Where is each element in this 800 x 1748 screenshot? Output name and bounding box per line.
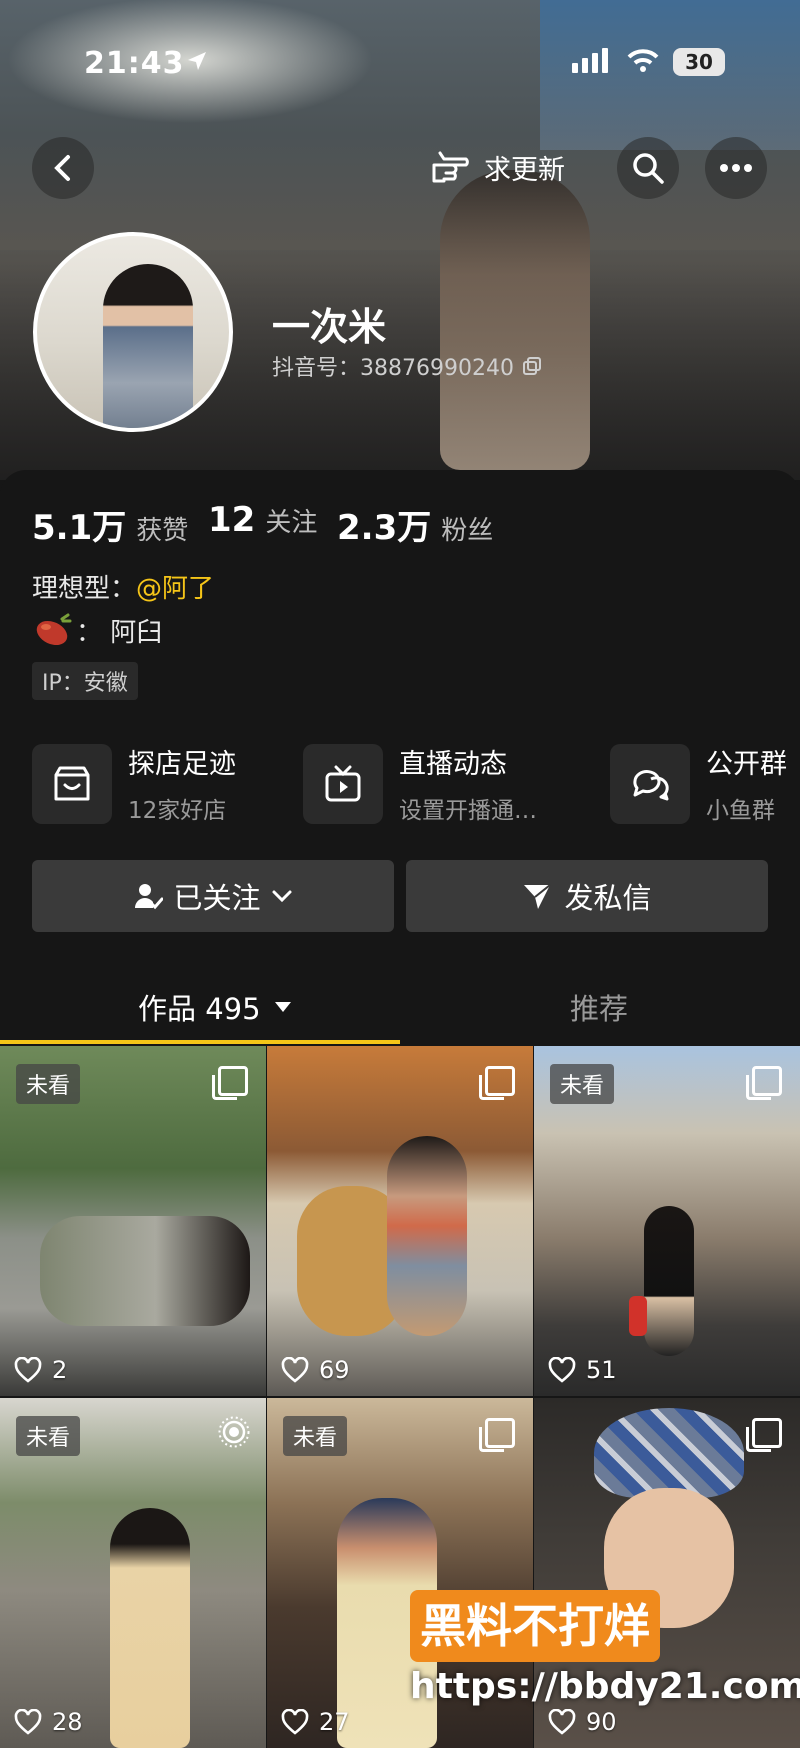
tab-works-label: 作品 495 <box>138 992 261 1026</box>
heart-icon <box>281 1709 309 1735</box>
multi-image-icon <box>746 1418 782 1452</box>
stat-following-value: 12 <box>208 500 256 540</box>
bio-mention-link[interactable]: @阿了 <box>136 574 214 604</box>
watermark-brand: 黑料不打烊 <box>420 1599 650 1653</box>
stat-likes-value: 5.1万 <box>32 508 127 548</box>
heart-icon <box>281 1357 309 1383</box>
watermark-url: https://bbdy21.com <box>410 1666 800 1707</box>
shortcut-group-title: 公开群 <box>706 749 787 780</box>
likes-value: 69 <box>319 1356 350 1384</box>
multi-image-icon <box>212 1066 248 1100</box>
live-photo-icon <box>218 1416 250 1448</box>
user-check-icon <box>135 884 164 910</box>
likes-count: 2 <box>14 1356 67 1384</box>
stat-followers[interactable]: 2.3万 粉丝 <box>337 500 493 549</box>
chevron-down-icon <box>272 890 291 903</box>
bio-prefix: 理想型： <box>32 574 137 604</box>
stat-followers-label: 粉丝 <box>441 516 494 546</box>
heart-icon <box>14 1709 42 1735</box>
bio-line-2-text: ： 阿臼 <box>76 618 163 648</box>
likes-count: 90 <box>548 1708 617 1736</box>
request-update-label: 求更新 <box>484 155 565 186</box>
unwatched-badge: 未看 <box>16 1064 81 1104</box>
request-update-button[interactable]: 求更新 <box>430 148 565 187</box>
shortcut-store-title: 探店足迹 <box>128 749 236 780</box>
profile-name: 一次米 <box>272 305 387 349</box>
caret-down-icon <box>274 1002 291 1012</box>
active-tab-underline <box>0 1040 400 1044</box>
shortcut-store-subtitle: 12家好店 <box>128 798 227 824</box>
location-arrow-icon <box>188 52 206 70</box>
followed-label: 已关注 <box>173 881 261 915</box>
likes-value: 28 <box>52 1708 83 1736</box>
sweet-potato-icon <box>36 613 72 645</box>
shortcut-live-updates[interactable]: 直播动态 设置开播通… <box>303 742 537 825</box>
heart-icon <box>548 1709 576 1735</box>
watermark-brand-box: 黑料不打烊 <box>410 1590 660 1662</box>
send-message-button[interactable]: 发私信 <box>406 860 768 932</box>
unwatched-badge: 未看 <box>16 1416 81 1456</box>
douyin-id-row: 抖音号：38876990240 <box>272 350 542 382</box>
stat-following[interactable]: 12 关注 <box>208 500 317 540</box>
stat-followers-value: 2.3万 <box>337 508 432 548</box>
shortcut-live-subtitle: 设置开播通… <box>399 798 537 824</box>
signal-icon <box>572 48 608 73</box>
likes-value: 2 <box>52 1356 68 1384</box>
likes-value: 27 <box>319 1708 350 1736</box>
stat-likes-label: 获赞 <box>136 516 189 546</box>
unwatched-badge: 未看 <box>283 1416 348 1456</box>
multi-image-icon <box>479 1418 515 1452</box>
video-thumbnail[interactable]: 69 <box>267 1046 533 1396</box>
copy-icon[interactable] <box>522 356 542 376</box>
tab-works[interactable]: 作品 495 <box>138 986 293 1028</box>
pointing-hand-icon <box>432 151 469 182</box>
chevron-left-icon <box>54 155 70 181</box>
more-options-button[interactable] <box>705 137 767 199</box>
heart-icon <box>548 1357 576 1383</box>
shortcut-group-subtitle: 小鱼群 <box>706 798 775 824</box>
video-thumbnail[interactable]: 未看 28 <box>0 1398 266 1748</box>
back-button[interactable] <box>32 137 94 199</box>
likes-value: 90 <box>586 1708 617 1736</box>
ip-location: IP：安徽 <box>42 671 128 696</box>
avatar[interactable] <box>33 232 233 432</box>
status-time: 21:43 <box>84 46 185 81</box>
store-icon <box>32 743 112 824</box>
followed-button[interactable]: 已关注 <box>32 860 394 932</box>
shortcut-store-visits[interactable]: 探店足迹 12家好店 <box>32 742 236 825</box>
bio-line-1: 理想型：@阿了 <box>32 568 214 605</box>
more-dots-icon <box>720 164 752 172</box>
heart-icon <box>14 1357 42 1383</box>
tab-recommend[interactable]: 推荐 <box>570 986 628 1028</box>
likes-value: 51 <box>586 1356 617 1384</box>
douyin-id: 抖音号：38876990240 <box>272 356 514 381</box>
shortcut-live-title: 直播动态 <box>399 749 507 780</box>
stat-following-label: 关注 <box>265 508 318 538</box>
tab-recommend-label: 推荐 <box>570 992 629 1026</box>
unwatched-badge: 未看 <box>550 1064 615 1104</box>
watermark-logo: 黑料不打烊 <box>410 1588 790 1664</box>
shortcut-public-group[interactable]: 公开群 小鱼群 <box>610 742 787 825</box>
battery-indicator: 30 <box>673 48 725 76</box>
likes-count: 51 <box>548 1356 617 1384</box>
likes-count: 28 <box>14 1708 83 1736</box>
multi-image-icon <box>746 1066 782 1100</box>
search-button[interactable] <box>617 137 679 199</box>
tv-icon <box>303 743 383 824</box>
multi-image-icon <box>479 1066 515 1100</box>
likes-count: 27 <box>281 1708 350 1736</box>
battery-level: 30 <box>685 50 713 74</box>
likes-count: 69 <box>281 1356 350 1384</box>
video-thumbnail[interactable]: 未看 51 <box>534 1046 800 1396</box>
bio-line-2: ： 阿臼 <box>32 612 162 649</box>
search-icon <box>633 153 664 184</box>
send-icon <box>524 884 552 909</box>
stat-likes[interactable]: 5.1万 获赞 <box>32 500 188 549</box>
video-thumbnail[interactable]: 未看 2 <box>0 1046 266 1396</box>
wifi-icon <box>627 49 659 72</box>
ip-location-tag: IP：安徽 <box>32 662 138 700</box>
chat-bubbles-icon <box>610 743 690 824</box>
send-message-label: 发私信 <box>564 881 652 915</box>
